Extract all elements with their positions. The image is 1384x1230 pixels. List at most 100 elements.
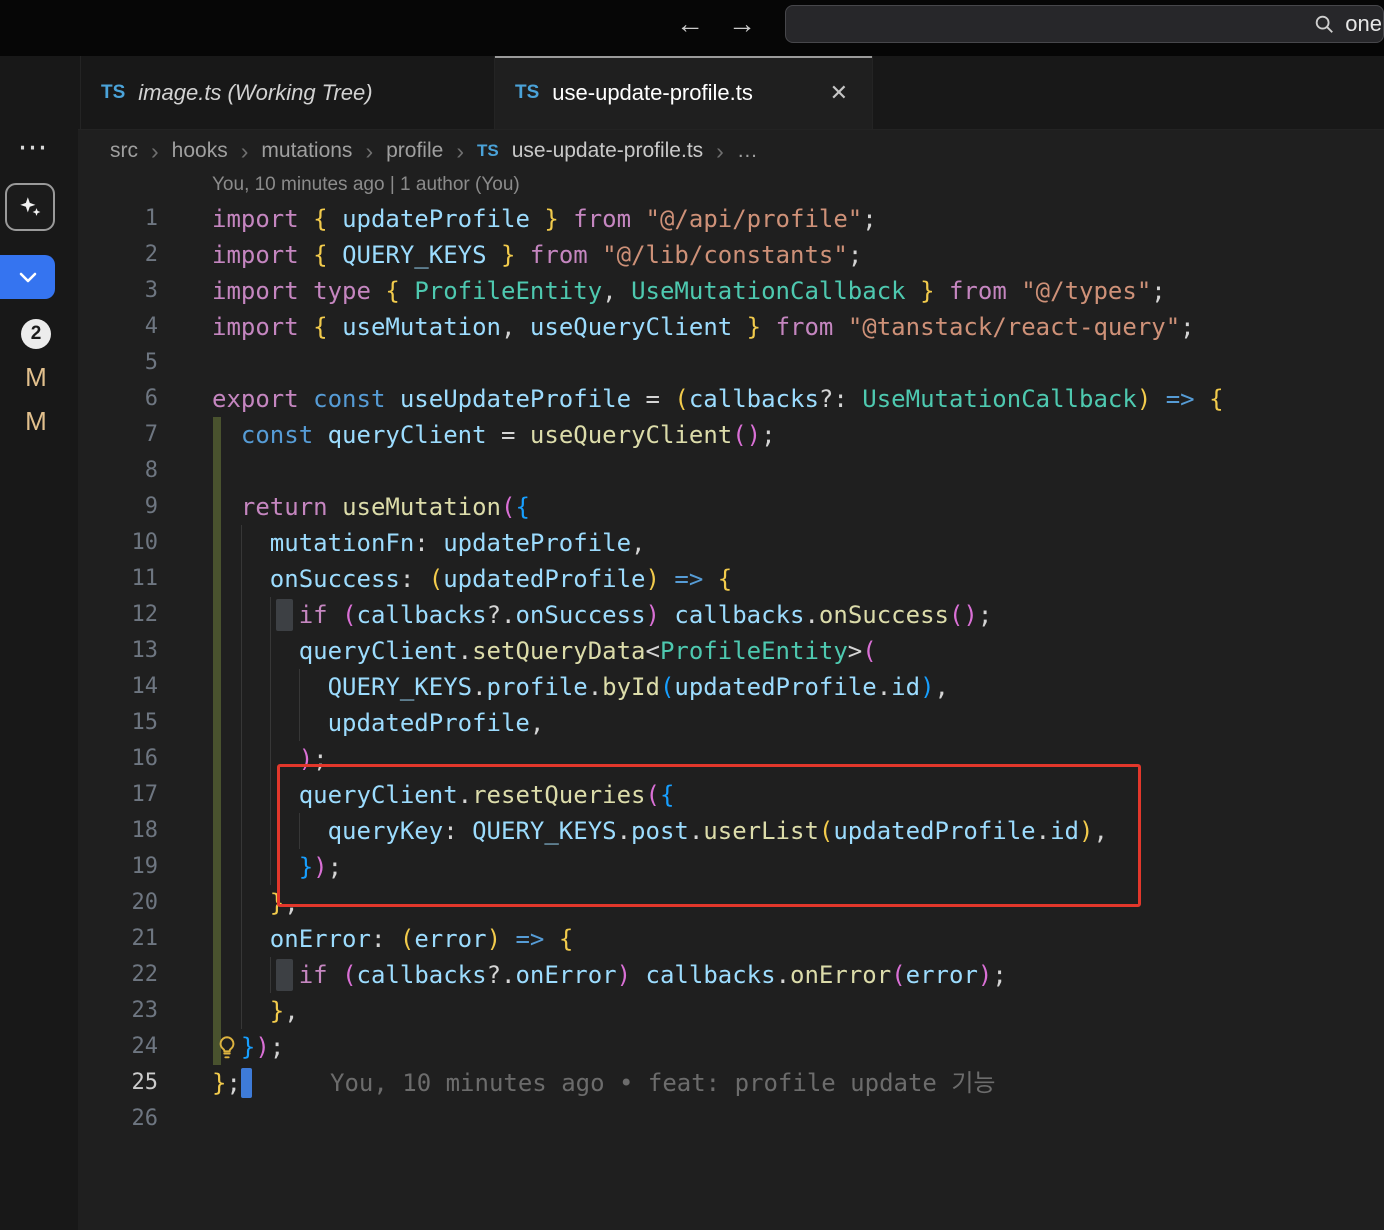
- code-text: queryKey: QUERY_KEYS.post.userList(updat…: [327, 817, 1108, 845]
- git-modified-decoration: M: [25, 406, 47, 436]
- text-cursor: [241, 1068, 252, 1098]
- code-line-15[interactable]: 15 updatedProfile,: [78, 705, 1384, 741]
- git-codelens-blame[interactable]: You, 10 minutes ago | 1 author (You): [212, 174, 520, 196]
- chevron-right-icon: ›: [716, 137, 724, 164]
- close-tab-icon[interactable]: ✕: [826, 78, 852, 108]
- code-line-20[interactable]: 20 },: [78, 885, 1384, 921]
- line-number: 23: [131, 998, 159, 1023]
- code-text: queryClient.setQueryData<ProfileEntity>(: [298, 637, 877, 665]
- code-text: },: [269, 889, 299, 917]
- back-arrow-icon[interactable]: ←: [672, 8, 708, 40]
- code-line-2[interactable]: 2 import { QUERY_KEYS } from "@/lib/const…: [78, 237, 1384, 273]
- tab-bar: TS image.ts (Working Tree) TS use-update…: [78, 56, 1384, 130]
- tab-use-update-profile-ts[interactable]: TS use-update-profile.ts ✕: [495, 56, 873, 129]
- line-number: 18: [131, 818, 159, 843]
- code-line-24[interactable]: 24 });: [78, 1029, 1384, 1065]
- sparkle-icon: [20, 197, 41, 216]
- line-number: 21: [131, 926, 159, 951]
- line-number: 10: [131, 530, 159, 555]
- code-text: import type { ProfileEntity, UseMutation…: [212, 277, 1166, 305]
- code-text: );: [298, 745, 328, 773]
- line-number: 2: [144, 242, 158, 267]
- breadcrumb-item[interactable]: hooks: [172, 139, 228, 163]
- code-line-21[interactable]: 21 onError: (error) => {: [78, 921, 1384, 957]
- code-text: import { useMutation, useQueryClient } f…: [212, 313, 1195, 341]
- code-line-17[interactable]: 17 queryClient.resetQueries({: [78, 777, 1384, 813]
- code-line-13[interactable]: 13 queryClient.setQueryData<ProfileEntit…: [78, 633, 1384, 669]
- code-text: });: [298, 853, 343, 881]
- code-line-16[interactable]: 16 );: [78, 741, 1384, 777]
- code-line-4[interactable]: 4 import { useMutation, useQueryClient } …: [78, 309, 1384, 345]
- code-lines: 1 import { updateProfile } from "@/api/pr…: [78, 201, 1384, 1137]
- line-number: 25: [131, 1070, 159, 1095]
- line-number: 19: [131, 854, 159, 879]
- code-line-19[interactable]: 19 });: [78, 849, 1384, 885]
- tab-label: image.ts (Working Tree): [138, 79, 373, 105]
- search-icon: [1316, 15, 1334, 33]
- breadcrumb-file[interactable]: use-update-profile.ts: [512, 139, 703, 163]
- breadcrumb-item[interactable]: mutations: [261, 139, 352, 163]
- typescript-icon: TS: [101, 81, 126, 103]
- breadcrumb-overflow[interactable]: …: [737, 139, 758, 163]
- breadcrumb-item[interactable]: profile: [386, 139, 443, 163]
- code-text: },: [269, 997, 299, 1025]
- code-line-14[interactable]: 14 QUERY_KEYS.profile.byId(updatedProfil…: [78, 669, 1384, 705]
- code-text: updatedProfile,: [327, 709, 545, 737]
- tab-label: use-update-profile.ts: [552, 79, 753, 105]
- line-number: 11: [131, 566, 159, 591]
- line-number: 14: [131, 674, 159, 699]
- code-line-8[interactable]: 8: [78, 453, 1384, 489]
- chevron-right-icon: ›: [456, 137, 464, 164]
- code-line-18[interactable]: 18 queryKey: QUERY_KEYS.post.userList(up…: [78, 813, 1384, 849]
- code-text: if (callbacks?.onSuccess) callbacks.onSu…: [298, 601, 993, 629]
- line-number: 26: [131, 1106, 159, 1131]
- code-line-23[interactable]: 23 },: [78, 993, 1384, 1029]
- code-text: onError: (error) => {: [269, 925, 574, 953]
- code-text: };: [212, 1069, 241, 1097]
- copilot-edits-icon[interactable]: [5, 183, 55, 231]
- inline-blame-annotation: You, 10 minutes ago • feat: profile upda…: [330, 1069, 996, 1097]
- line-number: 24: [131, 1034, 159, 1059]
- typescript-icon: TS: [476, 141, 499, 160]
- code-text: onSuccess: (updatedProfile) => {: [269, 565, 733, 593]
- code-line-25[interactable]: 25}; You, 10 minutes ago • feat: profile …: [78, 1065, 1384, 1101]
- code-line-1[interactable]: 1 import { updateProfile } from "@/api/pr…: [78, 201, 1384, 237]
- code-line-6[interactable]: 6 export const useUpdateProfile = (callba…: [78, 381, 1384, 417]
- code-line-26[interactable]: 26: [78, 1101, 1384, 1137]
- code-text: });: [240, 1033, 285, 1061]
- forward-arrow-icon[interactable]: →: [724, 8, 760, 40]
- scm-badge-count: 2: [21, 319, 51, 349]
- breadcrumb-item[interactable]: src: [110, 139, 138, 163]
- activity-rail: ⋯ 2 M M: [0, 56, 78, 1230]
- breadcrumb: src › hooks › mutations › profile › TS u…: [110, 130, 758, 172]
- search-text: one: [1345, 11, 1382, 36]
- chevron-right-icon: ›: [240, 137, 249, 164]
- tab-image-ts[interactable]: TS image.ts (Working Tree): [80, 56, 495, 129]
- code-text: if (callbacks?.onError) callbacks.onErro…: [298, 961, 1007, 989]
- chevron-down-icon: [19, 272, 36, 283]
- code-line-3[interactable]: 3 import type { ProfileEntity, UseMutatio…: [78, 273, 1384, 309]
- code-line-10[interactable]: 10 mutationFn: updateProfile,: [78, 525, 1384, 561]
- line-number: 15: [131, 710, 159, 735]
- code-line-11[interactable]: 11 onSuccess: (updatedProfile) => {: [78, 561, 1384, 597]
- code-line-22[interactable]: 22 if (callbacks?.onError) callbacks.onE…: [78, 957, 1384, 993]
- chevron-right-icon: ›: [151, 137, 159, 164]
- code-text: QUERY_KEYS.profile.byId(updatedProfile.i…: [327, 673, 949, 701]
- code-line-7[interactable]: 7 const queryClient = useQueryClient();: [78, 417, 1384, 453]
- code-line-12[interactable]: 12 if (callbacks?.onSuccess) callbacks.o…: [78, 597, 1384, 633]
- code-line-9[interactable]: 9 return useMutation({: [78, 489, 1384, 525]
- line-number: 16: [131, 746, 159, 771]
- code-text: return useMutation({: [240, 493, 530, 521]
- code-text: import { QUERY_KEYS } from "@/lib/consta…: [212, 241, 863, 269]
- panel-chevron-button[interactable]: [0, 255, 55, 299]
- line-number: 3: [144, 278, 158, 303]
- git-modified-decoration: M: [25, 362, 47, 392]
- code-text: import { updateProfile } from "@/api/pro…: [212, 205, 877, 233]
- code-line-5[interactable]: 5: [78, 345, 1384, 381]
- line-number: 5: [144, 350, 158, 375]
- command-center-search[interactable]: one: [785, 5, 1384, 43]
- line-number: 8: [144, 458, 158, 483]
- overflow-menu-icon[interactable]: ⋯: [0, 130, 66, 165]
- line-number: 22: [131, 962, 159, 987]
- line-number: 6: [144, 386, 158, 411]
